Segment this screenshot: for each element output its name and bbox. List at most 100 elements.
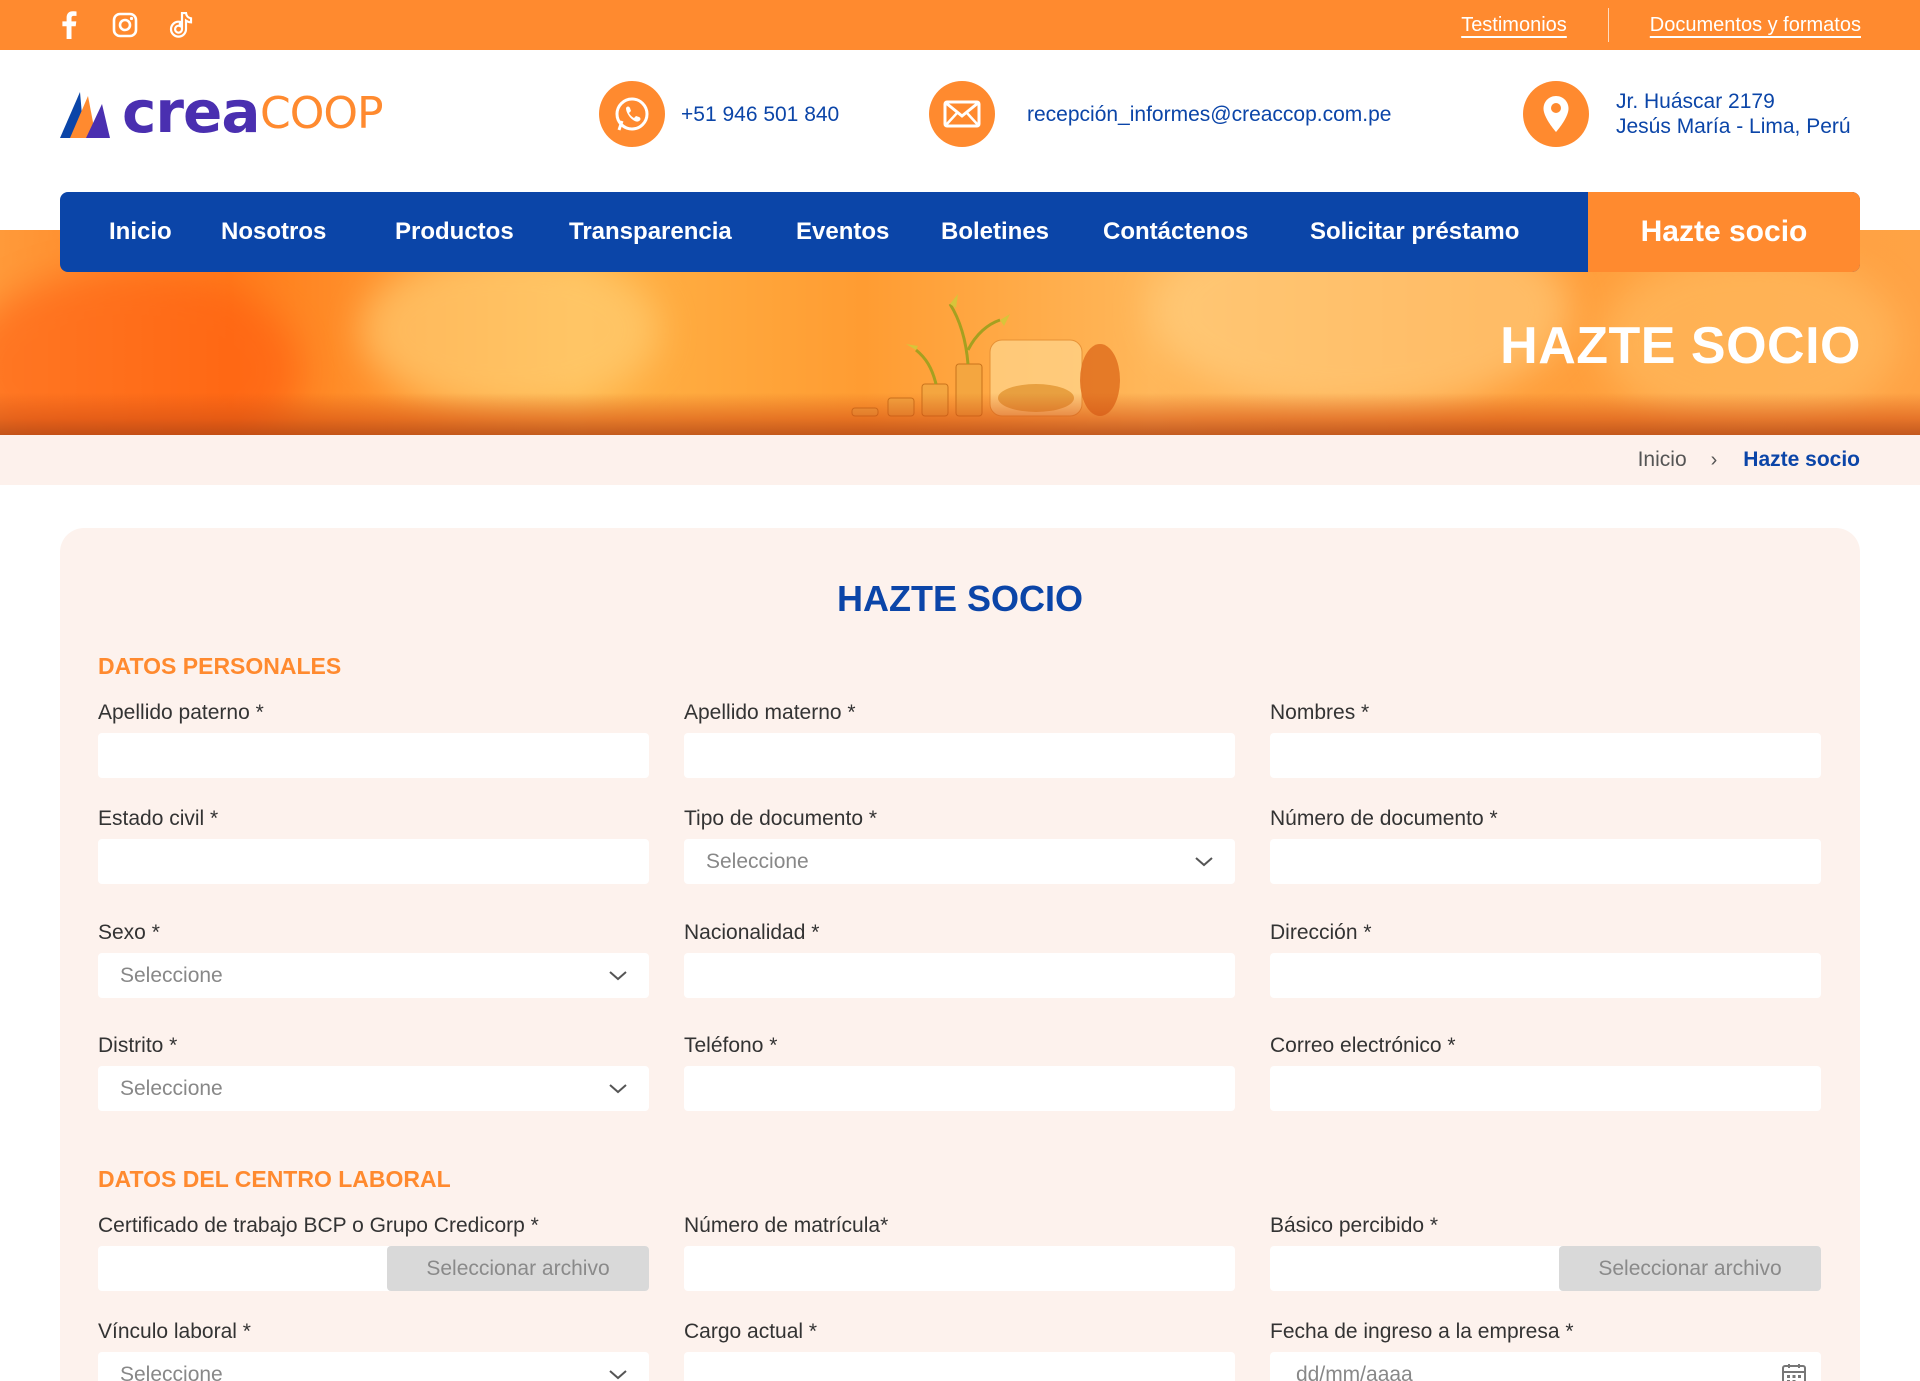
field-telefono: Teléfono * [684,1031,1235,1111]
address-line-2: Jesús María - Lima, Perú [1616,115,1851,138]
breadcrumb-trail: Inicio › Hazte socio [1638,435,1860,485]
field-fecha-ingreso: Fecha de ingreso a la empresa * dd/mm/aa… [1270,1317,1821,1381]
cargo-input[interactable] [684,1352,1235,1381]
label-apellido-paterno: Apellido paterno * [98,701,264,724]
nombres-input[interactable] [1270,733,1821,778]
certificado-file-input[interactable]: Seleccionar archivo [98,1246,649,1291]
top-links-divider [1607,8,1609,42]
label-estado-civil: Estado civil * [98,807,219,830]
main-nav: Inicio Nosotros Productos Transparencia … [60,192,1860,272]
label-certificado: Certificado de trabajo BCP o Grupo Credi… [98,1214,539,1237]
nav-item-transparencia[interactable]: Transparencia [569,192,732,272]
field-basico: Básico percibido * Seleccionar archivo [1270,1211,1821,1291]
sexo-select[interactable]: Seleccione [98,953,649,998]
address-contact[interactable]: Jr. Huáscar 2179 Jesús María - Lima, Per… [1523,81,1851,147]
tipo-documento-select[interactable]: Seleccione [684,839,1235,884]
link-documentos-formatos[interactable]: Documentos y formatos [1650,14,1861,37]
field-matricula: Número de matrícula* [684,1211,1235,1291]
apellido-paterno-input[interactable] [98,733,649,778]
label-apellido-materno: Apellido materno * [684,701,856,724]
label-matricula: Número de matrícula* [684,1214,889,1237]
matricula-input[interactable] [684,1246,1235,1291]
chevron-down-icon [1195,856,1213,866]
whatsapp-icon [599,81,665,147]
apellido-materno-input[interactable] [684,733,1235,778]
tipo-documento-placeholder: Seleccione [706,849,809,873]
telefono-input[interactable] [684,1066,1235,1111]
direccion-input[interactable] [1270,953,1821,998]
breadcrumb-separator-icon: › [1710,448,1718,471]
nav-item-eventos[interactable]: Eventos [796,192,889,272]
field-nacionalidad: Nacionalidad * [684,918,1235,998]
hero-title: HAZTE SOCIO [1500,317,1861,375]
numero-documento-input[interactable] [1270,839,1821,884]
distrito-placeholder: Seleccione [120,1076,223,1100]
section-datos-personales: DATOS PERSONALES [98,653,342,679]
breadcrumb-home-link[interactable]: Inicio [1638,448,1687,472]
link-testimonios[interactable]: Testimonios [1461,14,1567,37]
nav-items: Inicio Nosotros Productos Transparencia … [60,192,1588,272]
label-tipo-documento: Tipo de documento * [684,807,878,830]
membership-form: HAZTE SOCIO DATOS PERSONALES Apellido pa… [60,528,1860,1381]
label-telefono: Teléfono * [684,1034,778,1057]
label-nacionalidad: Nacionalidad * [684,921,820,944]
field-numero-documento: Número de documento * [1270,804,1821,884]
phone-contact[interactable]: +51 946 501 840 [599,81,839,147]
label-vinculo: Vínculo laboral * [98,1320,251,1343]
breadcrumb: Inicio › Hazte socio [0,435,1920,485]
section-datos-centro-laboral: DATOS DEL CENTRO LABORAL [98,1166,451,1192]
field-tipo-documento: Tipo de documento * Seleccione [684,804,1235,884]
nav-item-boletines[interactable]: Boletines [941,192,1049,272]
vinculo-placeholder: Seleccione [120,1362,223,1381]
hero-ground [0,393,1920,435]
distrito-select[interactable]: Seleccione [98,1066,649,1111]
nav-item-nosotros[interactable]: Nosotros [221,192,326,272]
nav-item-contactenos[interactable]: Contáctenos [1103,192,1248,272]
logo-text-crea: crea [122,78,260,146]
fecha-ingreso-placeholder: dd/mm/aaaa [1296,1362,1413,1381]
label-distrito: Distrito * [98,1034,178,1057]
field-direccion: Dirección * [1270,918,1821,998]
phone-number: +51 946 501 840 [681,102,840,126]
hazte-socio-button[interactable]: Hazte socio [1588,192,1860,272]
creacoop-logo[interactable]: crea COOP [60,78,405,146]
basico-file-input[interactable]: Seleccionar archivo [1270,1246,1821,1291]
label-cargo: Cargo actual * [684,1320,818,1343]
nav-item-solicitar-prestamo[interactable]: Solicitar préstamo [1310,192,1519,272]
chevron-down-icon [609,970,627,980]
field-distrito: Distrito * Seleccione [98,1031,649,1111]
nav-item-inicio[interactable]: Inicio [109,192,172,272]
facebook-icon[interactable] [54,10,84,40]
field-vinculo: Vínculo laboral * Seleccione [98,1317,649,1381]
calendar-icon[interactable] [1781,1362,1807,1381]
label-nombres: Nombres * [1270,701,1370,724]
logo-text-coop: COOP [260,88,384,139]
correo-input[interactable] [1270,1066,1821,1111]
label-numero-documento: Número de documento * [1270,807,1498,830]
basico-select-file-button[interactable]: Seleccionar archivo [1559,1246,1821,1291]
field-cargo: Cargo actual * [684,1317,1235,1381]
label-direccion: Dirección * [1270,921,1372,944]
field-correo: Correo electrónico * [1270,1031,1821,1111]
form-title: HAZTE SOCIO [836,578,1083,619]
label-fecha-ingreso: Fecha de ingreso a la empresa * [1270,1320,1574,1343]
estado-civil-input[interactable] [98,839,649,884]
top-bar: Testimonios Documentos y formatos [0,0,1920,50]
label-basico: Básico percibido * [1270,1214,1439,1237]
sexo-placeholder: Seleccione [120,963,223,987]
field-apellido-paterno: Apellido paterno * [98,698,649,778]
field-estado-civil: Estado civil * [98,804,649,884]
nacionalidad-input[interactable] [684,953,1235,998]
fecha-ingreso-date-input[interactable]: dd/mm/aaaa [1270,1352,1821,1381]
tiktok-icon[interactable] [166,10,196,40]
mail-icon [929,81,995,147]
social-links [54,10,196,40]
email-contact[interactable]: recepción_informes@creaccop.com.pe [929,81,1392,147]
chevron-down-icon [609,1369,627,1379]
vinculo-select[interactable]: Seleccione [98,1352,649,1381]
label-sexo: Sexo * [98,921,160,944]
nav-item-productos[interactable]: Productos [395,192,514,272]
top-links: Testimonios Documentos y formatos [1461,0,1861,50]
certificado-select-file-button[interactable]: Seleccionar archivo [387,1246,649,1291]
instagram-icon[interactable] [110,10,140,40]
